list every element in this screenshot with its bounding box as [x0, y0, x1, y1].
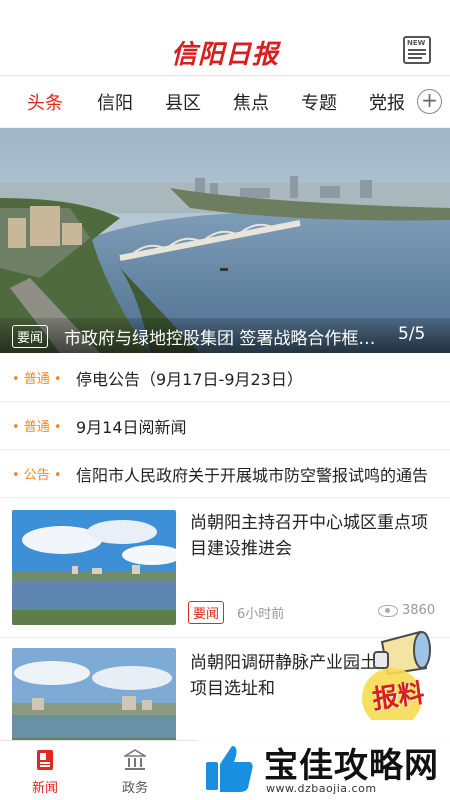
- article-category-tag: 要闻: [188, 601, 225, 624]
- newspaper-menu-icon[interactable]: NEW: [403, 36, 431, 64]
- add-channel-icon[interactable]: +: [417, 89, 442, 114]
- hero-carousel[interactable]: 要闻 市政府与绿地控股集团 签署战略合作框架协议 5/5: [0, 128, 450, 353]
- tab-headlines[interactable]: 头条: [27, 89, 63, 115]
- nav-news-label: 新闻: [31, 781, 58, 796]
- site-watermark: 宝佳攻略网 www.dzbaojia.com: [198, 736, 450, 800]
- views-eye-icon: [378, 605, 398, 617]
- app-header: 信阳日报 NEW: [0, 0, 450, 76]
- baoliao-button[interactable]: 报料: [362, 628, 440, 728]
- watermark-url: www.dzbaojia.com: [266, 782, 377, 795]
- nav-government-label: 政务: [121, 781, 148, 796]
- notice-tag: • 公告 •: [12, 468, 62, 483]
- article-thumbnail: [12, 510, 176, 625]
- nav-news[interactable]: 新闻: [0, 741, 90, 800]
- article-views: 3860: [402, 603, 436, 618]
- government-building-icon: [124, 749, 146, 770]
- notice-text: 信阳市人民政府关于开展城市防空警报试鸣的通告: [76, 466, 429, 485]
- notice-item[interactable]: • 普通 • 9月14日阅新闻: [0, 402, 450, 450]
- news-icon-label: NEW: [407, 39, 426, 47]
- notice-item[interactable]: • 普通 • 停电公告（9月17日-9月23日）: [0, 354, 450, 402]
- article-item[interactable]: 尚朝阳主持召开中心城区重点项目建设推进会 要闻 6小时前 3860: [0, 498, 450, 638]
- notice-text: 9月14日阅新闻: [76, 418, 187, 437]
- tab-party-paper[interactable]: 党报: [369, 89, 405, 115]
- article-time: 6小时前: [237, 607, 285, 622]
- hero-slide-counter: 5/5: [398, 324, 426, 344]
- thumbs-up-logo-icon: [206, 746, 253, 792]
- notice-tag: • 普通 •: [12, 420, 62, 435]
- hero-category-tag: 要闻: [12, 325, 49, 348]
- tab-topics[interactable]: 专题: [301, 89, 337, 115]
- channel-tabs: 头条 信阳 县区 焦点 专题 党报 +: [0, 76, 450, 128]
- notice-text: 停电公告（9月17日-9月23日）: [76, 370, 303, 389]
- tab-xinyang[interactable]: 信阳: [97, 89, 133, 115]
- notice-tag: • 普通 •: [12, 372, 62, 387]
- newspaper-icon: [37, 750, 53, 770]
- watermark-title: 宝佳攻略网: [264, 746, 439, 786]
- app-screen: 信阳日报 NEW 头条 信阳 县区 焦点 专题 党报 + 要闻 市政府与绿地控股…: [0, 0, 450, 800]
- nav-government[interactable]: 政务: [90, 741, 180, 800]
- notice-item[interactable]: • 公告 • 信阳市人民政府关于开展城市防空警报试鸣的通告: [0, 450, 450, 498]
- tab-focus[interactable]: 焦点: [233, 89, 269, 115]
- article-title: 尚朝阳主持召开中心城区重点项目建设推进会: [190, 513, 428, 559]
- hero-title[interactable]: 市政府与绿地控股集团 签署战略合作框架协议: [64, 324, 384, 349]
- tab-counties[interactable]: 县区: [165, 89, 201, 115]
- app-logo: 信阳日报: [170, 40, 279, 70]
- baoliao-label: 报料: [370, 678, 427, 716]
